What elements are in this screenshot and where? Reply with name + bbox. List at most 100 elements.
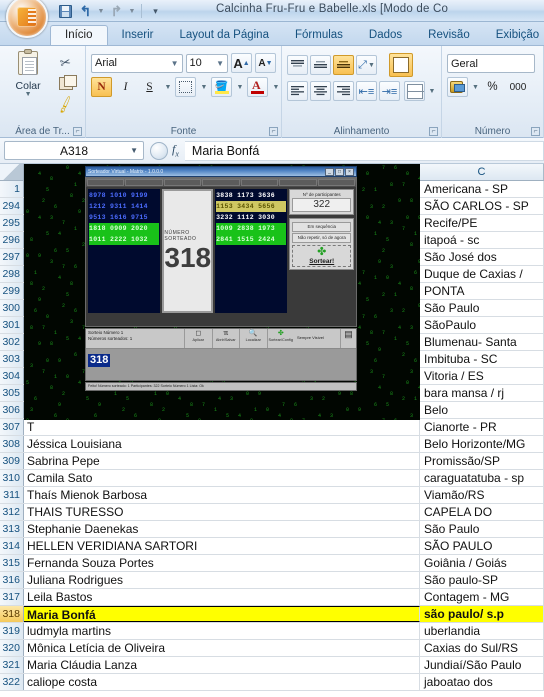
table-row[interactable]: 313 Stephanie Daenekas São Paulo [0, 521, 544, 538]
row-header[interactable]: 304 [0, 368, 24, 384]
tab-exibicao[interactable]: Exibição [484, 26, 544, 45]
align-top-button[interactable] [287, 55, 308, 75]
row-header[interactable]: 313 [0, 521, 24, 537]
row-header[interactable]: 315 [0, 555, 24, 571]
option-sequence[interactable]: Em sequência [292, 222, 351, 232]
cell-column-c[interactable]: SÃO CARLOS - SP [420, 198, 544, 214]
bold-button[interactable]: N [91, 77, 112, 97]
merge-center-button[interactable] [404, 81, 425, 101]
toolbar-slot[interactable] [240, 179, 279, 186]
toolbar-slot[interactable] [163, 179, 202, 186]
row-header[interactable]: 321 [0, 657, 24, 673]
cell-column-c[interactable]: CAPELA DO [420, 504, 544, 520]
cell-column-c[interactable]: Recife/PE [420, 215, 544, 231]
font-size-combo[interactable]: 10 ▼ [185, 53, 228, 73]
cell-column-a[interactable]: T [24, 419, 420, 435]
cell-column-c[interactable]: Duque de Caxias / [420, 266, 544, 282]
wrap-text-button[interactable] [389, 53, 413, 77]
cell-column-c[interactable]: Viamão/RS [420, 487, 544, 503]
cell-column-a[interactable]: Leila Bastos [24, 589, 420, 605]
cell-column-a[interactable]: Jéssica Louisiana [24, 436, 420, 452]
chevron-down-icon[interactable]: ▼ [5, 91, 51, 98]
tab-inserir[interactable]: Inserir [110, 26, 166, 45]
cell-column-a[interactable]: Juliana Rodrigues [24, 572, 420, 588]
table-row[interactable]: 309 Sabrina Pepe Promissão/SP [0, 453, 544, 470]
tab-formulas[interactable]: Fórmulas [283, 26, 355, 45]
cell-column-c[interactable]: SãoPaulo [420, 317, 544, 333]
cell-column-c[interactable]: São Paulo [420, 300, 544, 316]
number-format-combo[interactable]: Geral [447, 54, 535, 73]
cell-column-a[interactable]: Sabrina Pepe [24, 453, 420, 469]
alignment-dialog-launcher[interactable]: ⌐ [429, 127, 438, 136]
cell-column-c[interactable]: caraguatatuba - sp [420, 470, 544, 486]
row-header[interactable]: 312 [0, 504, 24, 520]
table-row[interactable]: 312 THAIS TURESSO CAPELA DO [0, 504, 544, 521]
table-row[interactable]: 311 Thaís Mienok Barbosa Viamão/RS [0, 487, 544, 504]
tool-sortear-config[interactable]: ✤ Sortear/Config [266, 329, 295, 348]
drawn-numbers-list[interactable]: 318 [86, 349, 356, 380]
cell-column-c[interactable]: Belo Horizonte/MG [420, 436, 544, 452]
cell-column-c[interactable]: jaboatao dos [420, 674, 544, 690]
row-header[interactable]: 314 [0, 538, 24, 554]
paste-button[interactable]: Colar ▼ [5, 49, 51, 115]
row-header[interactable]: 295 [0, 215, 24, 231]
raffle-window[interactable]: 0 0 9 9 9 8 8 7 7 7 6 6 4 4 3 3 2 2 1 1 … [24, 164, 420, 420]
row-header[interactable]: 296 [0, 232, 24, 248]
row-header[interactable]: 322 [0, 674, 24, 690]
fill-color-dropdown[interactable]: ▼ [235, 77, 244, 97]
cell-column-a[interactable]: Stephanie Daenekas [24, 521, 420, 537]
close-button[interactable]: × [345, 167, 354, 176]
increase-indent-button[interactable]: ⇥≡ [379, 81, 400, 101]
row-header[interactable]: 311 [0, 487, 24, 503]
chevron-down-icon[interactable]: ▼ [130, 146, 138, 155]
align-middle-button[interactable] [310, 55, 331, 75]
row-header[interactable]: 305 [0, 385, 24, 401]
row-header[interactable]: 319 [0, 623, 24, 639]
tool-aplicar[interactable]: ◻ Aplicar [184, 329, 212, 348]
cell-column-c[interactable]: SÃO PAULO [420, 538, 544, 554]
cell-column-c[interactable]: Caxias do Sul/RS [420, 640, 544, 656]
italic-button[interactable]: I [115, 77, 136, 97]
align-right-button[interactable] [333, 81, 354, 101]
row-header[interactable]: 300 [0, 300, 24, 316]
sortear-button[interactable]: ✤ Sortear! [292, 245, 351, 267]
row-header[interactable]: 318 [0, 606, 24, 622]
underline-dropdown[interactable]: ▼ [163, 77, 172, 97]
toolbar-slot[interactable] [125, 179, 163, 186]
accounting-dropdown[interactable]: ▼ [470, 77, 480, 97]
row-header[interactable]: 299 [0, 283, 24, 299]
table-row[interactable]: 318 Maria Bonfá são paulo/ s.p [0, 606, 544, 623]
cell-column-c[interactable]: bara mansa / rj [420, 385, 544, 401]
accounting-format-button[interactable] [447, 77, 468, 97]
align-center-button[interactable] [310, 81, 331, 101]
row-header[interactable]: 309 [0, 453, 24, 469]
table-row[interactable]: 307 T Cianorte - PR [0, 419, 544, 436]
cell-column-c[interactable]: itapoá - sc [420, 232, 544, 248]
cell-column-c[interactable]: Contagem - MG [420, 589, 544, 605]
clipboard-dialog-launcher[interactable]: ⌐ [73, 127, 82, 136]
cell-column-c[interactable]: PONTA [420, 283, 544, 299]
cell-column-a[interactable]: Thaís Mienok Barbosa [24, 487, 420, 503]
row-header[interactable]: 310 [0, 470, 24, 486]
row-header[interactable]: 306 [0, 402, 24, 418]
list-item[interactable]: 318 [88, 354, 111, 367]
cell-column-c[interactable]: são paulo/ s.p [420, 606, 544, 622]
row-header[interactable]: 320 [0, 640, 24, 656]
row-header[interactable]: 316 [0, 572, 24, 588]
cell-column-c[interactable]: Americana - SP [420, 181, 544, 197]
grid-icon[interactable]: ▤ [340, 329, 356, 348]
toolbar-slot[interactable] [279, 179, 317, 186]
cell-column-a[interactable]: THAIS TURESSO [24, 504, 420, 520]
merge-dropdown[interactable]: ▼ [427, 81, 436, 101]
font-color-button[interactable]: A [247, 77, 268, 97]
align-left-button[interactable] [287, 81, 308, 101]
row-header[interactable]: 297 [0, 249, 24, 265]
cell-column-c[interactable]: Blumenau- Santa [420, 334, 544, 350]
column-header-c[interactable]: C [420, 164, 544, 180]
tab-layout-da-pagina[interactable]: Layout da Página [167, 26, 281, 45]
row-header[interactable]: 298 [0, 266, 24, 282]
fx-icon[interactable]: fx [172, 142, 179, 158]
name-box[interactable]: A318 ▼ [4, 141, 144, 160]
copy-button[interactable] [51, 73, 80, 94]
table-row[interactable]: 321 Maria Cláudia Lanza Jundiaí/São Paulo [0, 657, 544, 674]
